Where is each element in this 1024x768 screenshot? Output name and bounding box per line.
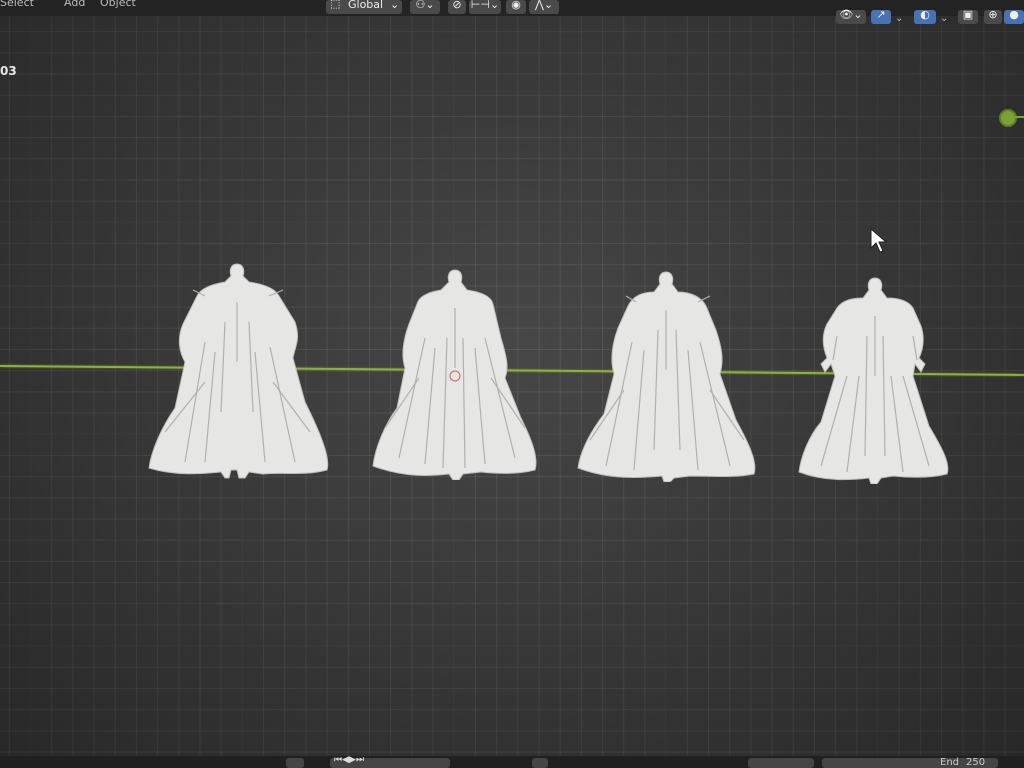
visibility-dropdown[interactable]: 👁⌄	[836, 8, 866, 24]
xray-icon: ▣	[962, 8, 974, 21]
visibility-icon: 👁⌄	[839, 8, 863, 21]
wireframe-shading-icon: ⊕	[988, 8, 998, 21]
current-frame-field[interactable]	[748, 758, 814, 768]
gizmo-icon: ↗	[876, 8, 886, 21]
navigation-gizmo-axis	[1015, 116, 1024, 118]
end-frame-value: 250	[966, 757, 986, 768]
playback-dropdown[interactable]	[286, 758, 304, 768]
chevron-down-icon[interactable]: ⌄	[940, 13, 948, 24]
snap-icon: ⊘	[452, 0, 462, 11]
dress-model-1[interactable]	[145, 262, 331, 480]
proportional-falloff-dropdown[interactable]: ⋀⌄	[529, 0, 559, 14]
solid-shading-icon: ●	[1009, 8, 1019, 21]
snap-increment-dropdown[interactable]: ⊢⊣⌄	[469, 0, 501, 14]
timeline-header: ⏮◀▶⏭ End 250	[0, 755, 1024, 768]
menu-add[interactable]: Add	[64, 0, 85, 9]
snap-toggle[interactable]: ⊘	[448, 0, 466, 14]
chevron-down-icon: ⌄	[390, 0, 400, 11]
end-frame-label: End	[940, 757, 960, 768]
chevron-down-icon[interactable]: ⌄	[895, 13, 903, 24]
transform-orientation-icon: ⬚	[330, 0, 341, 10]
proportional-edit-toggle[interactable]: ◉	[506, 0, 526, 14]
snap-increment-icon: ⊢⊣⌄	[470, 0, 500, 11]
viewport-header: Select Add Object ⬚ Global ⌄ ⚇⌄ ⊘ ⊢⊣⌄ ◉ …	[0, 0, 1024, 24]
falloff-icon: ⋀⌄	[534, 0, 554, 11]
wireframe-shading-button[interactable]: ⊕	[984, 8, 1002, 24]
navigation-gizmo-x-icon[interactable]	[999, 109, 1017, 127]
proportional-edit-icon: ◉	[511, 0, 521, 11]
pivot-icon: ⚇⌄	[415, 0, 435, 11]
frame-range-field[interactable]: End 250	[822, 757, 998, 768]
jump-start-icon[interactable]: ⏮◀▶⏭	[334, 755, 364, 765]
object-info-text: 03	[0, 64, 17, 78]
dress-model-2[interactable]	[369, 268, 539, 480]
menu-select[interactable]: Select	[0, 0, 34, 9]
overlay-icon: ◐	[920, 8, 930, 21]
xray-toggle[interactable]: ▣	[958, 8, 978, 24]
overlay-toggle[interactable]: ◐	[914, 8, 936, 24]
transform-orientation-label: Global	[348, 0, 384, 11]
dress-model-4[interactable]	[797, 276, 951, 484]
keyframe-toggle[interactable]	[532, 758, 548, 768]
gizmo-toggle[interactable]: ↗	[871, 8, 891, 24]
mouse-cursor-icon	[870, 228, 888, 253]
playback-controls[interactable]: ⏮◀▶⏭	[330, 755, 450, 768]
transform-orientation-dropdown[interactable]: ⬚ Global ⌄	[326, 0, 402, 14]
menu-object[interactable]: Object	[100, 0, 136, 9]
solid-shading-button[interactable]: ●	[1004, 8, 1024, 24]
dress-model-3[interactable]	[576, 270, 758, 482]
pivot-point-dropdown[interactable]: ⚇⌄	[410, 0, 440, 14]
